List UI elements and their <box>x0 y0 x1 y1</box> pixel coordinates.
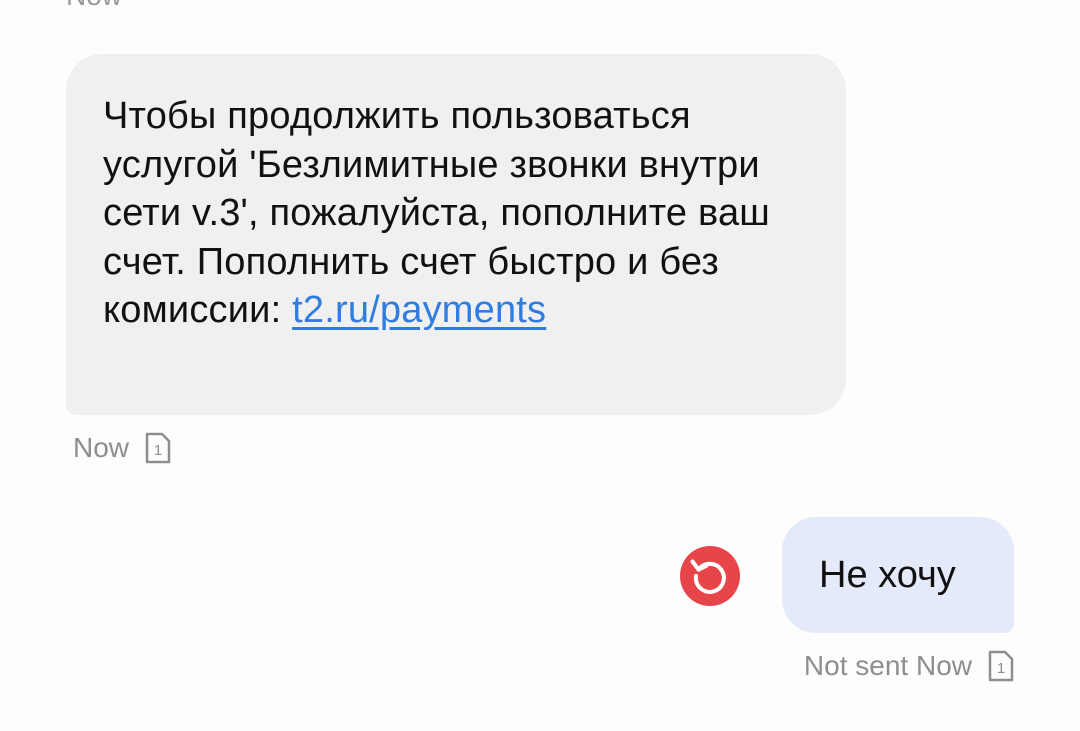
retry-icon <box>690 559 726 594</box>
incoming-message-meta: Now 1 <box>73 432 171 464</box>
outgoing-status: Not sent Now <box>803 650 972 681</box>
previous-message-time: Now <box>66 0 122 12</box>
incoming-message-bubble[interactable]: Чтобы продолжить пользоваться услугой 'Б… <box>66 54 846 415</box>
outgoing-message-text: Не хочу <box>819 553 956 596</box>
outgoing-message-meta: Not sent Now 1 <box>804 650 1014 682</box>
payments-link[interactable]: t2.ru/payments <box>292 289 546 331</box>
resend-button[interactable] <box>680 546 740 606</box>
outgoing-message-bubble[interactable]: Не хочу <box>782 517 1014 633</box>
previous-message-meta: Now <box>66 0 122 12</box>
sim-card-icon: 1 <box>988 650 1014 682</box>
sim-number: 1 <box>997 660 1005 677</box>
sim-card-icon: 1 <box>145 432 171 464</box>
incoming-timestamp: Now <box>73 432 130 463</box>
incoming-message-text: Чтобы продолжить пользоваться услугой 'Б… <box>103 92 806 335</box>
sim-number: 1 <box>154 442 162 459</box>
